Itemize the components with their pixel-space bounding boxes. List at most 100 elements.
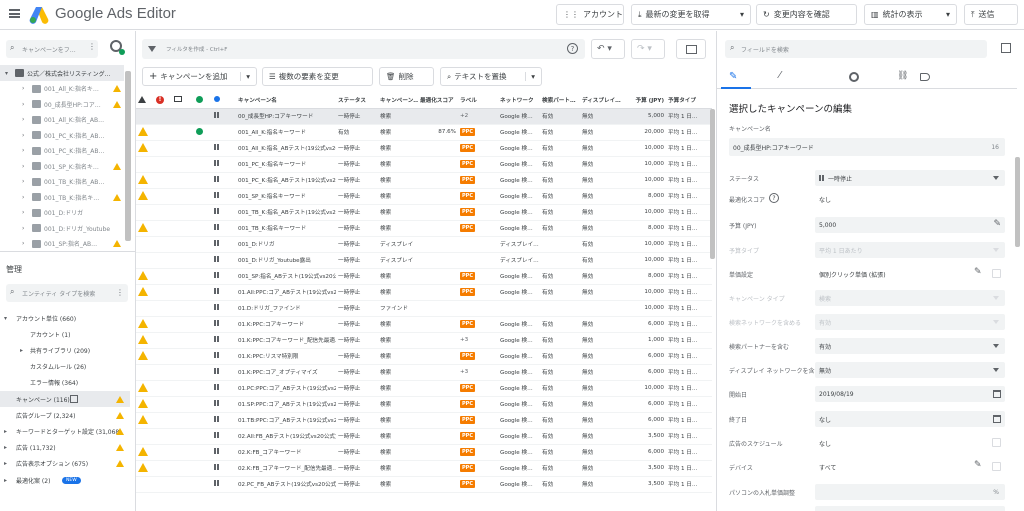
cell-campaign-type[interactable]: 検索 — [378, 268, 418, 285]
cell-campaign-name[interactable]: 01.K:PPC:コアキーワード — [236, 316, 336, 333]
cell-display[interactable]: 無効 — [580, 124, 624, 141]
warning-column-icon[interactable] — [136, 93, 154, 109]
cell-budget-type[interactable]: 平均 1 日… — [666, 268, 712, 285]
cell-status[interactable]: 一時停止 — [336, 396, 378, 413]
field-input[interactable]: 5,000 ✎ — [815, 217, 1005, 233]
cell-status[interactable]: 一時停止 — [336, 284, 378, 301]
cell-budget-type[interactable]: 平均 1 日… — [666, 412, 712, 429]
cell-budget-type[interactable]: 平均 1 日… — [666, 428, 712, 445]
chevron-right-icon[interactable]: ▸ — [20, 347, 23, 354]
cell-budget[interactable]: 6,000 — [624, 412, 666, 429]
cell-display[interactable]: 無効 — [580, 396, 624, 413]
cell-display[interactable]: 無効 — [580, 412, 624, 429]
chevron-down-icon[interactable]: ▾ — [525, 72, 535, 81]
edit-scrollbar[interactable] — [1015, 157, 1020, 247]
cell-budget[interactable]: 8,000 — [624, 268, 666, 285]
table-row[interactable]: 001_PC_K:指名_ABテスト(19公式vs20… 一時停止 検索 PPC Goog… — [136, 172, 712, 189]
cell-budget[interactable]: 8,000 — [624, 220, 666, 237]
cell-campaign-type[interactable]: 検索 — [378, 124, 418, 141]
manage-item[interactable]: ▾ アカウント単位 (660) — [0, 310, 130, 326]
cell-budget[interactable]: 10,000 — [624, 204, 666, 221]
table-row[interactable]: 001_D:ドリガ_Youtube露出 一時停止 ディスプレイ ディスプレイ… 有効 10… — [136, 252, 712, 269]
cell-search-partner[interactable]: 有効 — [540, 396, 580, 413]
cell-label[interactable]: PPC — [458, 140, 498, 157]
cell-campaign-type[interactable]: 検索 — [378, 204, 418, 221]
table-row[interactable]: 01.K:PPC:コア_オプティマイズ 一時停止 検索 +3 Google 検… 有効 無効… — [136, 364, 712, 381]
manage-item[interactable]: ▸ キーワードとターゲット設定 (31,068) — [0, 423, 130, 439]
cell-network[interactable]: Google 検… — [498, 316, 540, 333]
cell-campaign-type[interactable]: 検索 — [378, 316, 418, 333]
manage-item[interactable]: キャンペーン (116) — [0, 391, 130, 407]
cell-campaign-type[interactable]: 検索 — [378, 284, 418, 301]
cell-status[interactable]: 一時停止 — [336, 444, 378, 461]
pencil-icon[interactable]: ✎ — [974, 460, 982, 470]
cell-status[interactable]: 一時停止 — [336, 428, 378, 445]
account-button[interactable]: ⋮⋮ アカウント — [556, 4, 624, 25]
cell-budget[interactable]: 6,000 — [624, 316, 666, 333]
cell-network[interactable]: Google 検… — [498, 188, 540, 205]
cell-budget-type[interactable]: 平均 1 日… — [666, 444, 712, 461]
tree-account-item[interactable]: ▾ 公式／株式会社リスティング… — [0, 65, 124, 81]
cell-budget-type[interactable]: 平均 1 日… — [666, 460, 712, 477]
col-campaign-name[interactable]: キャンペーン名 — [236, 93, 336, 109]
cell-search-partner[interactable]: 有効 — [540, 220, 580, 237]
cell-display[interactable]: 無効 — [580, 476, 624, 493]
tab-target-icon[interactable] — [849, 72, 859, 82]
cell-status[interactable]: 一時停止 — [336, 364, 378, 381]
help-icon[interactable]: ? — [567, 43, 578, 54]
open-external-icon[interactable] — [1001, 43, 1011, 53]
cell-campaign-type[interactable]: 検索 — [378, 220, 418, 237]
tree-campaign-item[interactable]: › 001_SP_K:指名キ… — [0, 158, 124, 174]
cell-label[interactable]: +3 — [458, 364, 498, 381]
cell-network[interactable]: Google 検… — [498, 140, 540, 157]
cell-campaign-name[interactable]: 001_All_K:指名_ABテスト(19公式vs20… — [236, 140, 336, 157]
pencil-icon[interactable]: ✎ — [993, 219, 1001, 229]
chevron-right-icon[interactable]: ▸ — [4, 460, 7, 467]
chevron-down-icon[interactable]: ▾ — [946, 10, 950, 19]
cell-label[interactable]: PPC — [458, 444, 498, 461]
table-row[interactable]: 001_SP:指名_ABテスト(19公式vs20公… 一時停止 検索 PPC Googl… — [136, 268, 712, 285]
cell-status[interactable]: 一時停止 — [336, 220, 378, 237]
cell-campaign-type[interactable]: 検索 — [378, 172, 418, 189]
cell-campaign-type[interactable]: 検索 — [378, 428, 418, 445]
cell-display[interactable]: 無効 — [580, 108, 624, 125]
chevron-right-icon[interactable]: › — [22, 116, 24, 123]
cell-search-partner[interactable]: 有効 — [540, 284, 580, 301]
col-display[interactable]: ディスプレイ… — [580, 93, 624, 109]
cell-network[interactable]: Google 検… — [498, 124, 540, 141]
manage-item[interactable]: ▸ 共有ライブラリ (209) — [0, 342, 130, 358]
cell-display[interactable]: 無効 — [580, 444, 624, 461]
cell-search-partner[interactable]: 有効 — [540, 348, 580, 365]
table-row[interactable]: 02.K:FB_コアキーワード 一時停止 検索 PPC Google 検… 有効 無効 6,0… — [136, 444, 712, 461]
checkbox[interactable] — [992, 462, 1001, 471]
tab-label-icon[interactable] — [920, 73, 930, 81]
table-row[interactable]: 01.All:PPC:コア_ABテスト(19公式vs20… 一時停止 検索 PPC Go… — [136, 284, 712, 301]
cell-budget-type[interactable]: 平均 1 日… — [666, 140, 712, 157]
cell-budget-type[interactable]: 平均 1 日… — [666, 396, 712, 413]
cell-label[interactable]: PPC — [458, 204, 498, 221]
send-button[interactable]: ⤒ 送信 — [964, 4, 1018, 25]
entity-type-search-input[interactable]: ⌕ エンティティ タイプを検索 ⋮ — [6, 284, 128, 302]
table-row[interactable]: 01.TB:PPC:コア_ABテスト(19公式vs20… 一時停止 検索 PPC Goo… — [136, 412, 712, 429]
campaign-name-input[interactable]: 00_成長型HP:コアキーワード 16 — [729, 138, 1005, 156]
col-campaign-type[interactable]: キャンペーン… — [378, 93, 418, 109]
cell-label[interactable]: PPC — [458, 476, 498, 493]
tree-scrollbar[interactable] — [125, 71, 131, 241]
cell-network[interactable]: Google 検… — [498, 428, 540, 445]
cell-budget[interactable]: 1,000 — [624, 332, 666, 349]
chevron-down-icon[interactable]: ▾ — [740, 10, 744, 19]
cell-campaign-type[interactable]: ファインド — [378, 300, 418, 317]
check-changes-button[interactable]: ↻ 変更内容を確認 — [756, 4, 857, 25]
cell-network[interactable]: Google 検… — [498, 396, 540, 413]
tree-campaign-item[interactable]: › 001_PC_K:指名_AB… — [0, 127, 124, 143]
cell-campaign-name[interactable]: 01.K:PPC:コア_オプティマイズ — [236, 364, 336, 381]
cell-campaign-type[interactable]: 検索 — [378, 460, 418, 477]
tree-campaign-item[interactable]: › 001_TB_K:指名_AB… — [0, 174, 124, 190]
col-search-partner[interactable]: 検索パート… — [540, 93, 580, 109]
cell-budget-type[interactable]: 平均 1 日… — [666, 284, 712, 301]
tab-link-icon[interactable]: ⛓ — [897, 71, 908, 81]
chevron-right-icon[interactable]: › — [22, 163, 24, 170]
cell-campaign-name[interactable]: 01.TB:PPC:コア_ABテスト(19公式vs20… — [236, 412, 336, 429]
table-row[interactable]: 001_SP_K:指名キーワード 一時停止 検索 PPC Google 検… 有効 無効 8,… — [136, 188, 712, 205]
table-row[interactable]: 001_TB_K:指名キーワード 一時停止 検索 PPC Google 検… 有効 無効 8,… — [136, 220, 712, 237]
